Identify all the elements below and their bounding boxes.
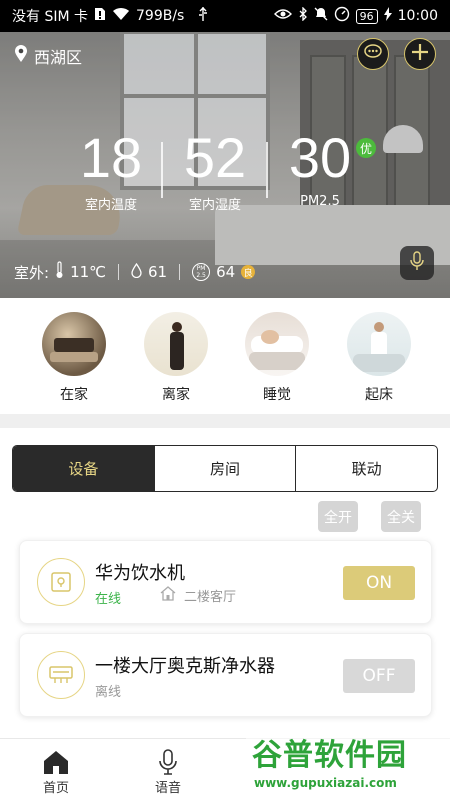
water-purifier-icon — [37, 651, 85, 699]
location-pin-icon — [14, 45, 28, 67]
chat-bubble-icon — [364, 44, 382, 64]
watermark-url: www.gupuxiazai.com — [254, 776, 397, 790]
tab-rooms[interactable]: 房间 — [153, 446, 296, 491]
device-name: 华为饮水机 — [95, 563, 185, 584]
bluetooth-icon — [298, 6, 308, 25]
all-off-button[interactable]: 全关 — [381, 501, 421, 532]
nav-home-label: 首页 — [42, 781, 69, 796]
voice-icon — [138, 747, 198, 777]
status-bar: 没有 SIM 卡 799B/s 96 10:00 — [0, 0, 450, 32]
device-status: 离线 — [95, 685, 122, 700]
network-speed: 799B/s — [136, 8, 185, 24]
tab-devices[interactable]: 设备 — [13, 446, 154, 491]
indoor-pm25-label: PM2.5 — [300, 194, 340, 209]
scene-leave-home[interactable]: 离家 — [141, 312, 211, 404]
indoor-humidity: 52 室内湿度 — [176, 126, 254, 214]
message-button[interactable] — [357, 38, 389, 70]
eye-icon — [273, 8, 292, 24]
add-button[interactable] — [404, 38, 436, 70]
indoor-humidity-label: 室内湿度 — [188, 198, 241, 213]
voice-input-button[interactable] — [400, 246, 434, 280]
mute-icon — [314, 7, 328, 25]
carrier-text: 没有 SIM 卡 — [12, 9, 88, 25]
device-room: 二楼客厅 — [160, 586, 236, 605]
device-tabs: 设备 房间 联动 — [12, 445, 438, 492]
house-icon — [160, 586, 176, 605]
nav-home[interactable]: 首页 — [26, 747, 86, 796]
device-card[interactable]: 一楼大厅奥克斯净水器 离线 OFF — [19, 633, 432, 717]
clock-time: 10:00 — [397, 8, 438, 24]
nav-voice-label: 语音 — [154, 781, 181, 796]
outdoor-temperature: 11℃ — [70, 263, 106, 281]
device-room-name: 二楼客厅 — [184, 590, 237, 605]
wake-up-scene-icon — [347, 312, 411, 376]
usb-icon — [198, 7, 208, 25]
home-scene-icon — [42, 312, 106, 376]
all-on-button[interactable]: 全开 — [318, 501, 358, 532]
scene-name: 睡觉 — [263, 387, 291, 403]
indoor-humidity-value: 52 — [183, 126, 247, 189]
microphone-icon — [410, 251, 424, 275]
tab-linkage[interactable]: 联动 — [295, 446, 437, 491]
charging-icon — [383, 7, 392, 25]
device-name: 一楼大厅奥克斯净水器 — [95, 656, 275, 677]
scene-list: 在家 离家 睡觉 起床 — [0, 298, 450, 414]
device-card[interactable]: 华为饮水机 在线 二楼客厅 ON — [19, 540, 432, 624]
scene-at-home[interactable]: 在家 — [39, 312, 109, 404]
watermark-brand: 谷普软件园 — [252, 738, 407, 773]
scene-name: 离家 — [162, 387, 190, 403]
scene-name: 在家 — [60, 387, 88, 403]
air-quality-badge: 优 — [356, 138, 376, 158]
indoor-temperature-value: 18 — [79, 126, 143, 189]
indoor-pm25-value: 30 — [288, 126, 352, 189]
watermark-logo: 谷普软件园 www.gupuxiazai.com — [246, 736, 450, 800]
device-power-toggle[interactable]: ON — [343, 566, 415, 600]
speedometer-icon — [334, 6, 350, 26]
device-status: 在线 — [95, 592, 122, 607]
scene-name: 起床 — [365, 387, 393, 403]
pm25-icon: PM 2.5 — [192, 263, 211, 281]
outdoor-weather: 室外: 11℃ 61 PM 2.5 64 良 — [14, 261, 256, 283]
outdoor-pm-level: 良 — [241, 265, 256, 279]
scene-wake-up[interactable]: 起床 — [344, 312, 414, 404]
sim-alert-icon — [94, 7, 106, 25]
section-divider — [0, 414, 450, 428]
sleep-scene-icon — [245, 312, 309, 376]
wifi-icon — [112, 7, 130, 25]
plus-icon — [411, 43, 429, 65]
scene-sleep[interactable]: 睡觉 — [242, 312, 312, 404]
battery-indicator: 96 — [355, 8, 378, 24]
indoor-temperature-label: 室内温度 — [84, 198, 137, 213]
water-drop-icon — [131, 262, 142, 282]
home-icon — [26, 747, 86, 777]
outdoor-label: 室外: — [14, 263, 50, 282]
outdoor-humidity: 61 — [148, 263, 168, 281]
leave-home-scene-icon — [144, 312, 208, 376]
thermometer-icon — [55, 261, 64, 283]
location-selector[interactable]: 西湖区 — [14, 44, 82, 68]
indoor-pm25: 30 PM2.5 — [282, 126, 358, 210]
water-dispenser-icon — [37, 558, 85, 606]
nav-voice[interactable]: 语音 — [138, 747, 198, 796]
indoor-temperature: 18 室内温度 — [72, 126, 150, 214]
device-power-toggle[interactable]: OFF — [343, 659, 415, 693]
outdoor-pm25: 64 — [216, 263, 236, 281]
location-name: 西湖区 — [34, 48, 83, 67]
